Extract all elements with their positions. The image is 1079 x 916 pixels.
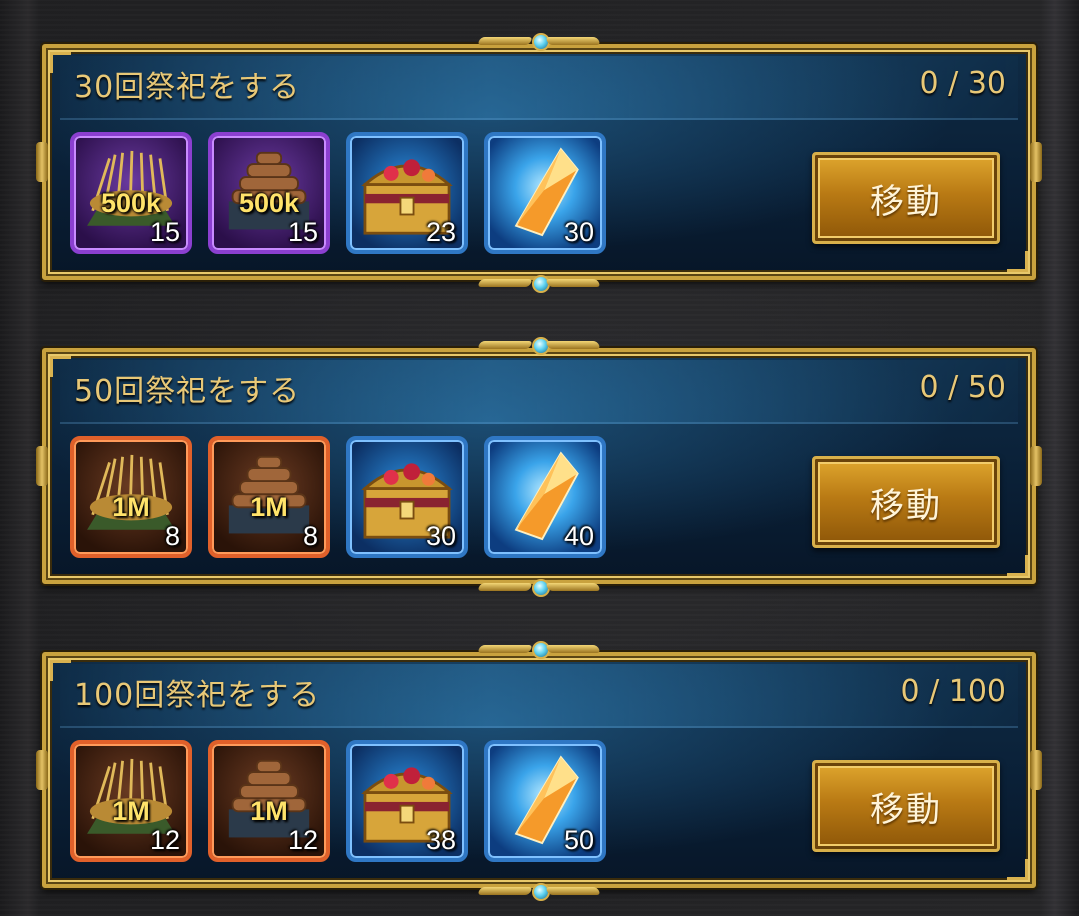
reward-amount: 1M: [112, 796, 150, 826]
quest-panel-30: 30回祭祀をする 0 / 30 500k 15 500k 15 23 30 移動: [36, 33, 1042, 293]
reward-count: 12: [149, 825, 180, 855]
reward-list: 500k 15 500k 15 23 30: [70, 132, 606, 254]
reward-count: 15: [149, 217, 180, 247]
reward-item-grain[interactable]: 1M 8: [70, 436, 192, 558]
move-button[interactable]: 移動: [812, 152, 1000, 244]
ornament-bottom-icon: [477, 882, 601, 901]
reward-count: 30: [425, 521, 456, 551]
reward-count: 40: [563, 521, 594, 551]
quest-progress: 0 / 100: [900, 674, 1006, 709]
reward-amount: 1M: [250, 796, 288, 826]
reward-count: 50: [563, 825, 594, 855]
reward-list: 1M 8 1M 8 30 40: [70, 436, 606, 558]
frame-stud-icon: [36, 142, 48, 182]
reward-item-crystal[interactable]: 40: [484, 436, 606, 558]
move-button[interactable]: 移動: [812, 760, 1000, 852]
reward-item-grain[interactable]: 1M 12: [70, 740, 192, 862]
quest-progress: 0 / 30: [919, 66, 1006, 101]
reward-item-crystal[interactable]: 50: [484, 740, 606, 862]
quest-title: 30回祭祀をする: [74, 70, 301, 105]
reward-item-lumber[interactable]: 500k 15: [208, 132, 330, 254]
reward-amount: 500k: [238, 188, 300, 218]
quest-panel-100: 100回祭祀をする 0 / 100 1M 12 1M 12 38 50 移動: [36, 641, 1042, 901]
reward-count: 38: [425, 825, 456, 855]
frame-stud-icon: [1030, 446, 1042, 486]
move-button[interactable]: 移動: [812, 456, 1000, 548]
frame-stud-icon: [36, 446, 48, 486]
reward-count: 12: [287, 825, 318, 855]
reward-item-grain[interactable]: 500k 15: [70, 132, 192, 254]
ornament-top-icon: [477, 640, 601, 659]
ornament-bottom-icon: [477, 274, 601, 293]
quest-title: 100回祭祀をする: [74, 678, 321, 713]
reward-count: 8: [164, 521, 180, 551]
reward-item-chest[interactable]: 23: [346, 132, 468, 254]
frame-stud-icon: [1030, 142, 1042, 182]
reward-item-lumber[interactable]: 1M 12: [208, 740, 330, 862]
reward-amount: 1M: [250, 492, 288, 522]
quest-panel-50: 50回祭祀をする 0 / 50 1M 8 1M 8 30 40 移動: [36, 337, 1042, 597]
reward-list: 1M 12 1M 12 38 50: [70, 740, 606, 862]
ornament-top-icon: [477, 32, 601, 51]
reward-count: 8: [302, 521, 318, 551]
ornament-bottom-icon: [477, 578, 601, 597]
reward-amount: 1M: [112, 492, 150, 522]
reward-amount: 500k: [100, 188, 162, 218]
frame-stud-icon: [1030, 750, 1042, 790]
reward-item-chest[interactable]: 38: [346, 740, 468, 862]
quest-progress: 0 / 50: [919, 370, 1006, 405]
ornament-top-icon: [477, 336, 601, 355]
reward-item-chest[interactable]: 30: [346, 436, 468, 558]
quest-title: 50回祭祀をする: [74, 374, 301, 409]
reward-item-lumber[interactable]: 1M 8: [208, 436, 330, 558]
reward-count: 30: [563, 217, 594, 247]
frame-stud-icon: [36, 750, 48, 790]
reward-count: 23: [425, 217, 456, 247]
reward-item-crystal[interactable]: 30: [484, 132, 606, 254]
reward-count: 15: [287, 217, 318, 247]
